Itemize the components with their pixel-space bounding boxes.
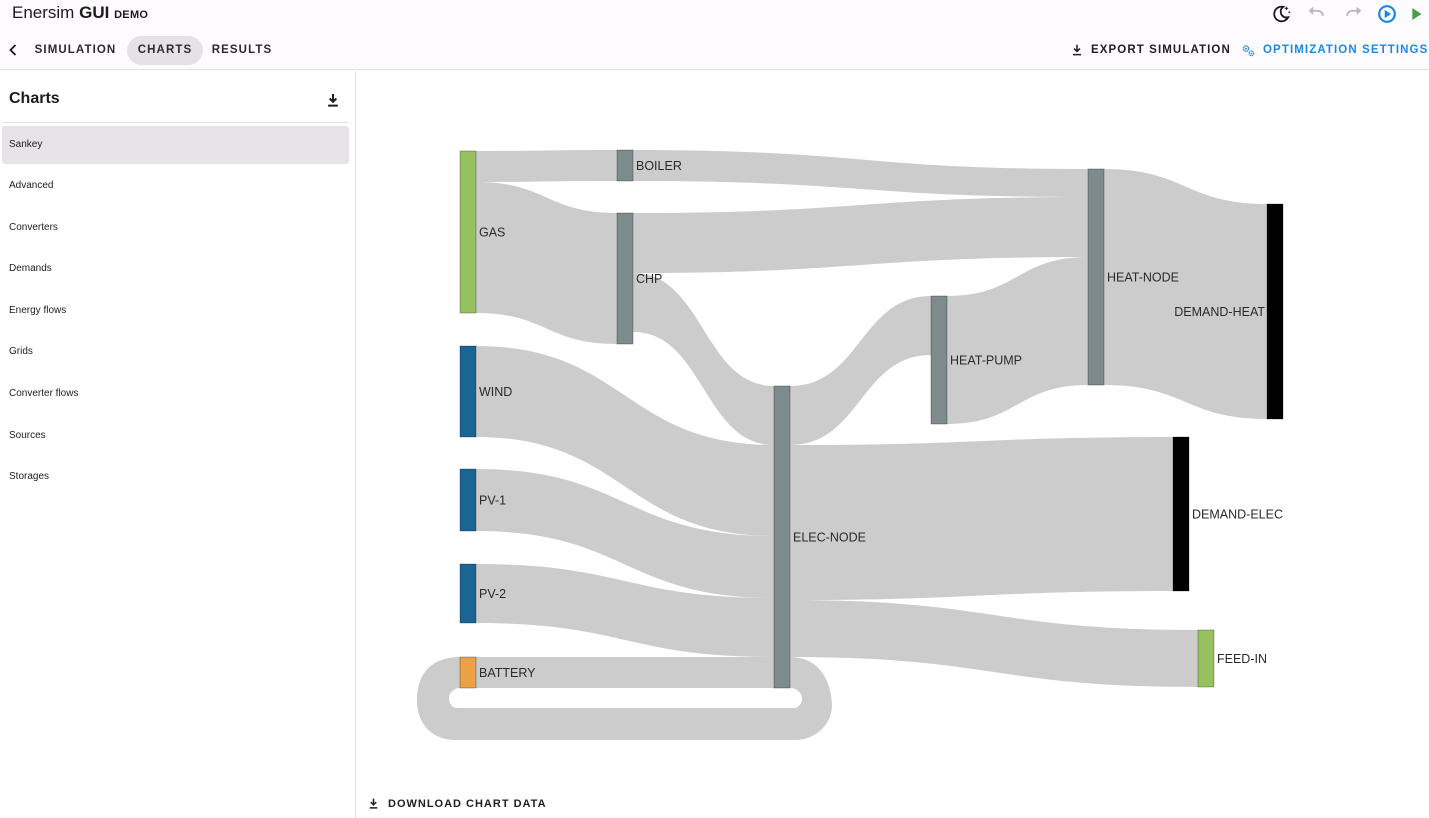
download-chart-data-label: DOWNLOAD CHART DATA (388, 798, 547, 810)
gears-icon (1242, 45, 1255, 57)
optimization-settings-button[interactable]: OPTIMIZATION SETTINGS (1241, 36, 1427, 65)
charts-sidebar: Charts Sankey Advanced Converters Demand… (0, 71, 356, 818)
sankey-node-boiler[interactable] (616, 149, 634, 182)
sankey-label-pv-1: PV-1 (479, 494, 506, 508)
sidebar-item-converter-flows[interactable]: Converter flows (2, 375, 349, 413)
sankey-label-gas: GAS (479, 226, 505, 240)
optimization-settings-label: OPTIMIZATION SETTINGS (1263, 44, 1429, 56)
tab-results[interactable]: RESULTS (206, 36, 278, 65)
play-icon[interactable] (1405, 3, 1427, 25)
download-icon[interactable] (324, 91, 342, 109)
download-chart-data-button[interactable]: DOWNLOAD CHART DATA (367, 793, 547, 815)
sankey-node-gas[interactable] (459, 150, 477, 314)
sankey-node-pv-2[interactable] (459, 563, 477, 624)
sankey-label-boiler: BOILER (636, 159, 682, 173)
sankey-node-pv-1[interactable] (459, 468, 477, 532)
sankey-links (417, 150, 1267, 740)
sankey-link-heat-node-to-demand-heat[interactable] (1104, 169, 1267, 419)
sankey-node-heat-node[interactable] (1087, 168, 1105, 386)
sankey-link-elec-node-to-feed-in[interactable] (790, 600, 1198, 687)
sankey-label-heat-node: HEAT-NODE (1107, 271, 1179, 285)
sankey-label-battery: BATTERY (479, 666, 536, 680)
sankey-label-elec-node: ELEC-NODE (793, 531, 866, 545)
sidebar-item-storages[interactable]: Storages (2, 458, 349, 496)
app-edition: DEMO (114, 9, 149, 21)
tab-charts[interactable]: CHARTS (127, 36, 203, 65)
sidebar-item-converters[interactable]: Converters (2, 209, 349, 247)
app-name-bold: GUI (79, 3, 110, 22)
chart-panel: GAS WIND PV-1 PV-2 BATTERY BOILER CHP ELEC-NODE… (357, 71, 1429, 818)
sankey-label-heat-pump: HEAT-PUMP (950, 354, 1022, 368)
sankey-node-demand-heat[interactable] (1266, 203, 1284, 420)
sankey-chart: GAS WIND PV-1 PV-2 BATTERY BOILER CHP ELEC-NODE… (417, 149, 1284, 740)
export-simulation-button[interactable]: EXPORT SIMULATION (1070, 36, 1230, 65)
back-chevron-icon[interactable] (3, 40, 23, 60)
sankey-link-chp-to-heat-node[interactable] (633, 197, 1088, 273)
sankey-label-chp: CHP (636, 272, 662, 286)
sankey-link-boiler-to-heat-node[interactable] (633, 150, 1088, 197)
sankey-link-gas-to-chp[interactable] (476, 182, 617, 344)
sankey-node-feed-in[interactable] (1197, 629, 1215, 688)
sidebar-item-demands[interactable]: Demands (2, 250, 349, 288)
optimize-run-icon[interactable] (1376, 3, 1398, 25)
sankey-node-elec-node[interactable] (773, 385, 791, 689)
sankey-label-wind: WIND (479, 385, 512, 399)
redo-icon[interactable] (1343, 3, 1365, 25)
app-name: Enersim (12, 3, 75, 22)
nav-bar: SIMULATION CHARTS RESULTS EXPORT SIMULAT… (0, 30, 1429, 70)
sankey-link-elec-node-to-heat-pump[interactable] (790, 296, 931, 445)
sankey-label-demand-elec: DEMAND-ELEC (1192, 508, 1283, 522)
dark-mode-icon[interactable] (1270, 3, 1292, 25)
sidebar-item-energy-flows[interactable]: Energy flows (2, 292, 349, 330)
app-title: Enersim GUI DEMO (12, 3, 148, 25)
sankey-label-feed-in: FEED-IN (1217, 652, 1267, 666)
undo-icon[interactable] (1305, 3, 1327, 25)
title-bar: Enersim GUI DEMO (0, 0, 1429, 30)
sidebar-item-sankey[interactable]: Sankey (2, 126, 349, 164)
download-icon (1072, 44, 1082, 56)
sankey-node-demand-elec[interactable] (1172, 436, 1190, 592)
tab-simulation[interactable]: SIMULATION (27, 36, 124, 65)
sankey-label-pv-2: PV-2 (479, 587, 506, 601)
sankey-node-wind[interactable] (459, 345, 477, 438)
sankey-link-elec-node-to-demand-elec[interactable] (790, 437, 1173, 600)
sankey-link-gas-to-boiler[interactable] (476, 150, 617, 182)
sidebar-divider (2, 122, 348, 123)
sankey-node-chp[interactable] (616, 212, 634, 345)
download-icon (369, 798, 378, 809)
sidebar-item-sources[interactable]: Sources (2, 417, 349, 455)
sankey-label-demand-heat: DEMAND-HEAT (1174, 305, 1265, 319)
sidebar-item-grids[interactable]: Grids (2, 333, 349, 371)
sankey-node-heat-pump[interactable] (930, 295, 948, 425)
sidebar-title: Charts (9, 90, 60, 107)
sidebar-item-advanced[interactable]: Advanced (2, 167, 349, 205)
export-simulation-label: EXPORT SIMULATION (1091, 44, 1231, 56)
sankey-link-heat-pump-to-heat-node[interactable] (947, 257, 1088, 424)
sankey-node-battery[interactable] (459, 656, 477, 689)
